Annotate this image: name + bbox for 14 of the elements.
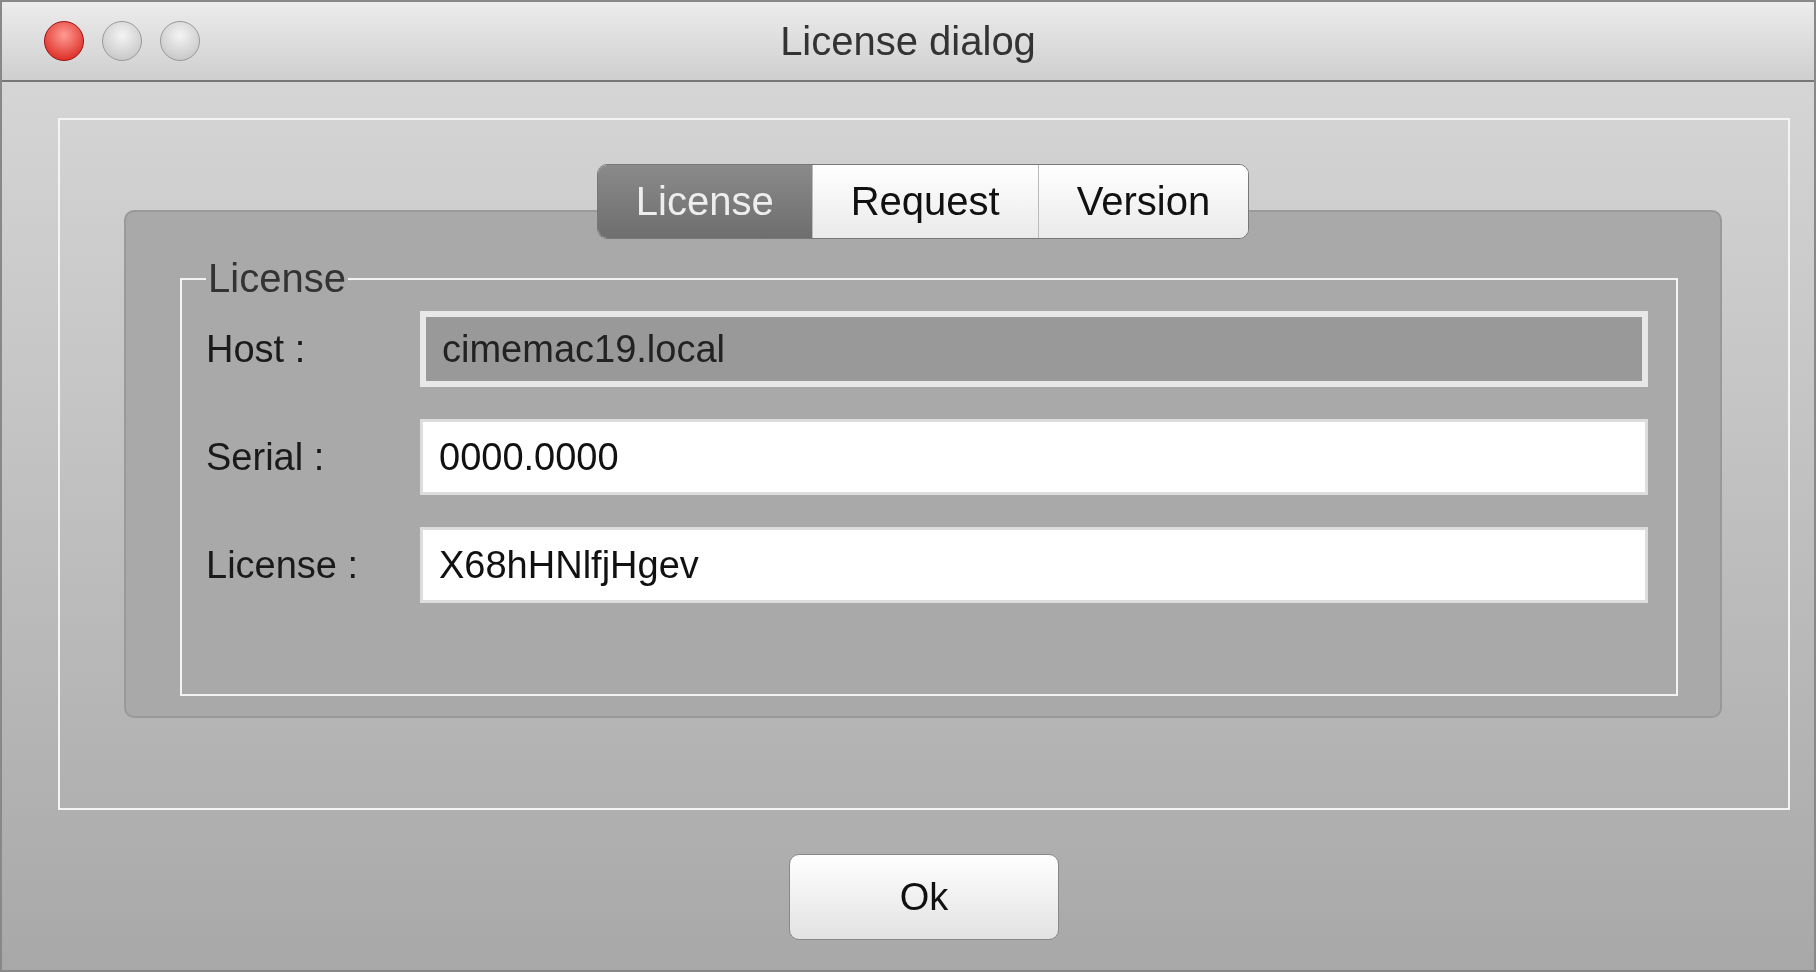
tab[interactable]: Version <box>1037 165 1249 238</box>
window-title: License dialog <box>780 18 1036 64</box>
input-field[interactable]: X68hHNlfjHgev <box>420 527 1648 603</box>
input-field[interactable]: 0000.0000 <box>420 419 1648 495</box>
field-label: Serial : <box>206 435 326 479</box>
ok-button[interactable]: Ok <box>789 854 1059 940</box>
group-title: License <box>207 256 347 301</box>
close-button[interactable] <box>44 21 84 61</box>
minimize-button[interactable] <box>102 21 142 61</box>
field-label: Host : <box>206 327 307 371</box>
zoom-button[interactable] <box>160 21 200 61</box>
tab[interactable]: Request <box>811 165 1038 238</box>
field-label: License : <box>206 543 360 587</box>
tab[interactable]: License <box>597 165 812 238</box>
